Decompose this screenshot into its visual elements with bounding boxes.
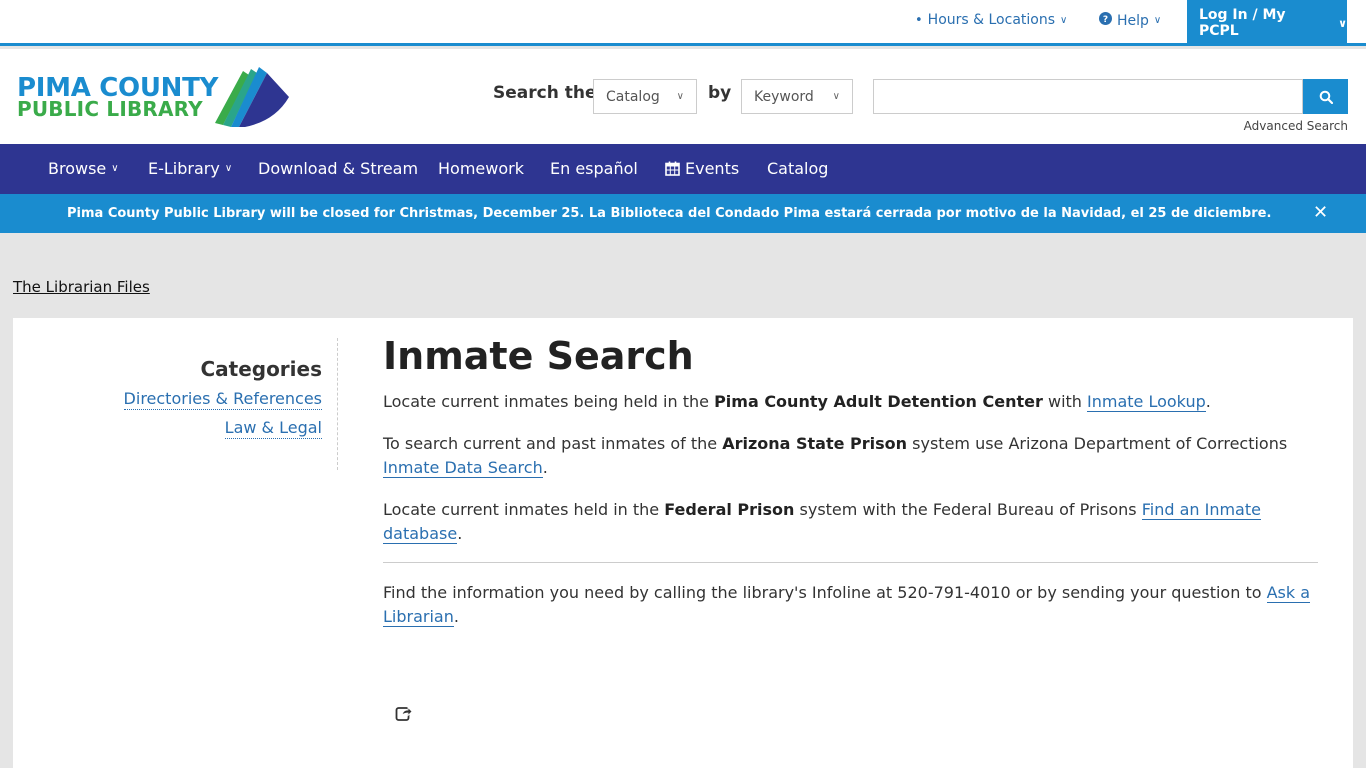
chevron-down-icon: ∨ (111, 163, 119, 174)
p3-text-d: . (457, 523, 463, 543)
chevron-down-icon: ∨ (224, 163, 233, 174)
p4-text-d: . (453, 606, 459, 626)
article: Inmate Search Locate current inmates bei… (383, 334, 1318, 647)
advanced-search-link[interactable]: Advanced Search (1244, 119, 1348, 133)
categories-sidebar: Categories Directories & References Law … (13, 338, 338, 470)
nav-events[interactable]: Events (665, 159, 739, 178)
library-logo[interactable]: PIMA COUNTY PUBLIC LIBRARY (17, 65, 292, 129)
main-nav: Browse ∨ E-Library ∨ Download & Stream H… (0, 144, 1366, 194)
content-card: Categories Directories & References Law … (13, 318, 1353, 768)
chevron-down-icon: ∨ (1153, 15, 1162, 26)
svg-text:?: ? (1103, 15, 1108, 25)
p3-text-a: Locate current inmates held in the (383, 499, 665, 519)
nav-browse[interactable]: Browse ∨ (48, 159, 119, 178)
p2-text-d: . (542, 457, 548, 477)
chevron-down-icon: ∨ (1338, 16, 1347, 30)
paragraph-infoline: Find the information you need by calling… (383, 581, 1318, 629)
paragraph-pima-county: Locate current inmates being held in the… (383, 390, 1318, 414)
p2-text-c: system use Arizona Department of Correct… (907, 433, 1288, 453)
logo-line2: PUBLIC LIBRARY (17, 97, 203, 121)
login-label: Log In / My PCPL (1199, 7, 1286, 39)
search-type-select[interactable]: Keyword ∨ (741, 79, 853, 114)
search-scope-select[interactable]: Catalog ∨ (593, 79, 697, 114)
nav-elibrary[interactable]: E-Library ∨ (148, 159, 232, 178)
nav-elibrary-label: E-Library (148, 159, 220, 178)
p1-text-d: . (1205, 391, 1211, 411)
nav-homework[interactable]: Homework (438, 159, 524, 178)
search-icon (1319, 90, 1333, 104)
p3-text-c: system with the Federal Bureau of Prison… (794, 499, 1142, 519)
chevron-down-icon: ∨ (832, 91, 840, 102)
site-header: PIMA COUNTY PUBLIC LIBRARY Search the Ca… (0, 49, 1366, 144)
close-icon[interactable]: ✕ (1313, 202, 1328, 223)
chevron-down-icon: ∨ (676, 91, 684, 102)
utility-bar: • Hours & Locations ∨ ? Help ∨ Log In / … (0, 0, 1366, 46)
book-pages-icon (215, 67, 289, 127)
nav-catalog[interactable]: Catalog (767, 159, 828, 178)
help-link[interactable]: ? Help ∨ (1099, 12, 1161, 29)
p1-bold: Pima County Adult Detention Center (714, 391, 1043, 411)
search-label: Search the (493, 83, 597, 103)
inmate-data-search-link[interactable]: Inmate Data Search (383, 457, 543, 478)
paragraph-federal: Locate current inmates held in the Feder… (383, 498, 1318, 546)
nav-download-stream[interactable]: Download & Stream (258, 159, 418, 178)
map-pin-icon: • (915, 12, 923, 28)
alert-text: Pima County Public Library will be close… (67, 206, 1272, 221)
login-button[interactable]: Log In / My PCPL ∨ (1187, 0, 1347, 46)
category-directories-references[interactable]: Directories & References (123, 389, 322, 410)
p1-text-c: with (1042, 391, 1088, 411)
search-button[interactable] (1303, 79, 1348, 114)
search-type-value: Keyword (754, 88, 814, 105)
paragraph-arizona-state: To search current and past inmates of th… (383, 432, 1318, 480)
closure-alert: Pima County Public Library will be close… (0, 194, 1366, 233)
categories-title: Categories (200, 357, 322, 381)
inmate-lookup-link[interactable]: Inmate Lookup (1087, 391, 1206, 412)
share-icon[interactable] (395, 704, 413, 722)
p2-bold: Arizona State Prison (722, 433, 908, 453)
by-label: by (708, 83, 732, 103)
calendar-icon (665, 161, 680, 176)
search-scope-value: Catalog (606, 88, 660, 105)
search-input[interactable] (873, 79, 1303, 114)
p1-text-a: Locate current inmates being held in the (383, 391, 715, 411)
category-law-legal[interactable]: Law & Legal (224, 418, 322, 439)
p3-bold: Federal Prison (664, 499, 795, 519)
help-label: Help (1117, 12, 1149, 29)
p4-text-a: Find the information you need by calling… (383, 582, 1267, 602)
hours-locations-link[interactable]: • Hours & Locations ∨ (915, 12, 1067, 28)
divider (383, 561, 1318, 563)
nav-events-label: Events (685, 159, 740, 178)
breadcrumb[interactable]: The Librarian Files (13, 278, 150, 296)
nav-browse-label: Browse (48, 159, 107, 178)
page-title: Inmate Search (383, 334, 694, 378)
chevron-down-icon: ∨ (1060, 14, 1068, 26)
question-circle-icon: ? (1099, 12, 1112, 29)
p2-text-a: To search current and past inmates of th… (383, 433, 723, 453)
nav-espanol[interactable]: En español (550, 159, 638, 178)
hours-locations-label: Hours & Locations (927, 12, 1056, 28)
